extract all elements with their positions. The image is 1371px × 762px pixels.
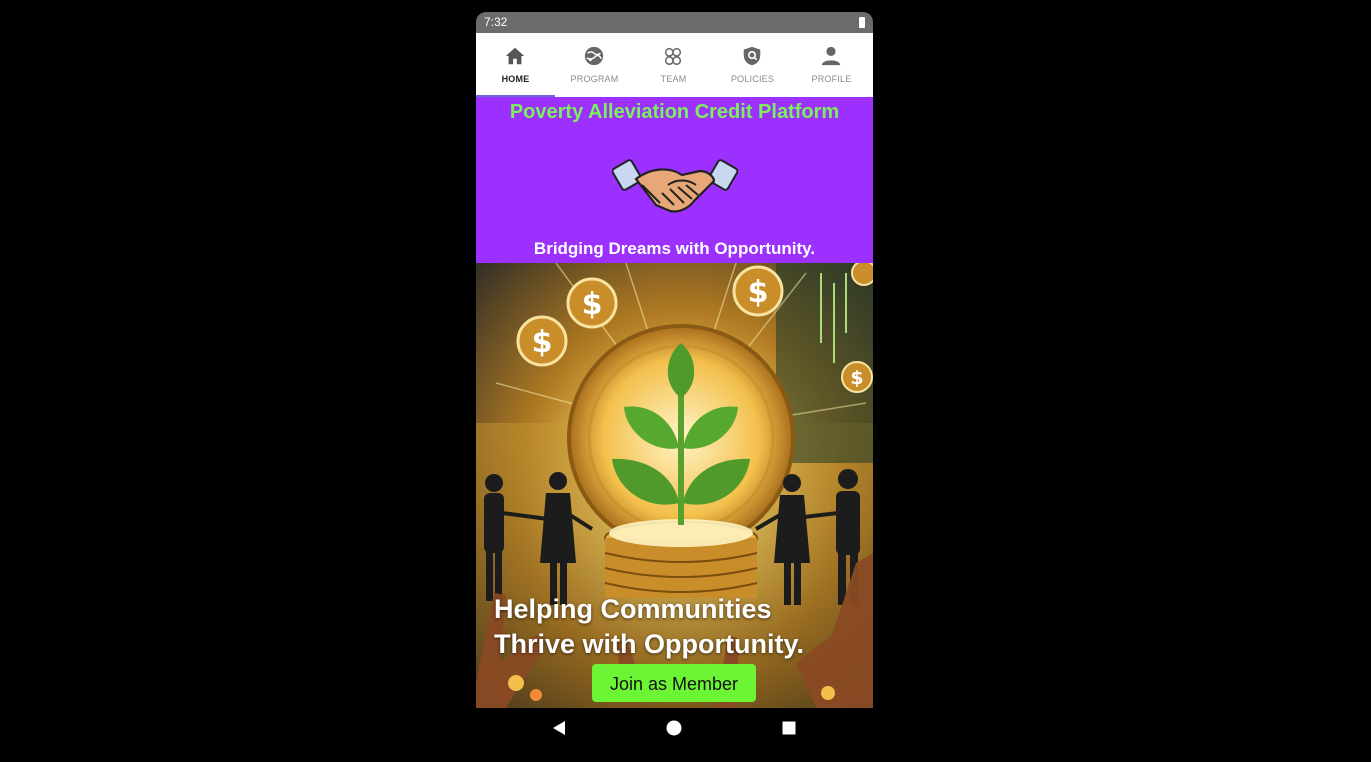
platform-title: Poverty Alleviation Credit Platform [509, 101, 840, 123]
tab-label: POLICIES [730, 74, 775, 84]
team-icon [664, 47, 682, 65]
svg-text:$: $ [748, 275, 769, 310]
hero-headline-line: Thrive with Opportunity. [494, 629, 804, 659]
person-icon [821, 46, 841, 66]
tab-label: TEAM [660, 74, 687, 84]
hero-headline-line: Helping Communities [494, 594, 772, 624]
status-time: 7:32 [484, 15, 508, 29]
tab-label: PROGRAM [570, 74, 619, 84]
tab-home[interactable]: HOME [476, 33, 555, 97]
back-icon[interactable] [551, 720, 567, 736]
home-circle-icon[interactable] [666, 720, 682, 736]
tab-label: PROFILE [811, 74, 852, 84]
top-tab-bar: HOME PROGRAM TEAM POLICIES PROFILE [476, 33, 873, 97]
recents-icon[interactable] [781, 720, 797, 736]
handshake-icon [612, 159, 738, 213]
battery-icon [859, 17, 865, 28]
tab-team[interactable]: TEAM [634, 33, 713, 97]
svg-text:$: $ [850, 367, 863, 389]
tab-profile[interactable]: PROFILE [792, 33, 871, 97]
tab-label: HOME [501, 74, 530, 84]
shield-icon [743, 46, 761, 66]
hero-headline: Helping Communities Thrive with Opportun… [494, 592, 869, 662]
status-bar: 7:32 [476, 12, 873, 33]
home-icon [505, 47, 525, 65]
phone-screen: 7:32 HOME PROGRAM TEAM POLICIES PROFILE … [476, 12, 873, 708]
svg-text:$: $ [582, 287, 603, 322]
system-nav-bar [476, 708, 873, 752]
tagline: Bridging Dreams with Opportunity. [533, 239, 816, 258]
hero-header: Poverty Alleviation Credit Platform Brid… [476, 97, 873, 263]
svg-text:$: $ [532, 325, 553, 360]
globe-icon [584, 46, 604, 66]
tab-policies[interactable]: POLICIES [713, 33, 792, 97]
tab-program[interactable]: PROGRAM [555, 33, 634, 97]
join-as-member-button[interactable]: Join as Member [592, 664, 756, 702]
